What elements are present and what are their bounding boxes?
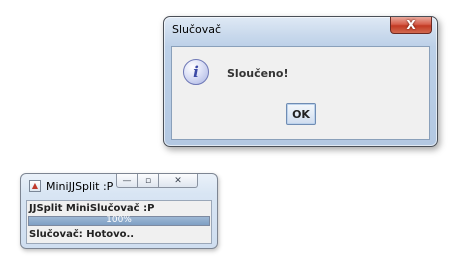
- app-label: JJSplit MiniSlučovač :P: [29, 203, 155, 214]
- minimize-icon: —: [122, 175, 132, 186]
- status-text: Slučovač: Hotovo..: [29, 229, 135, 240]
- dialog-window: Slučovač X i Sloučeno! OK: [163, 16, 438, 147]
- maximize-button[interactable]: ▫: [137, 174, 159, 188]
- dialog-message: Sloučeno!: [227, 67, 289, 80]
- info-icon: i: [183, 59, 209, 85]
- mini-close-button[interactable]: ✕: [158, 174, 198, 188]
- minimize-button[interactable]: —: [116, 174, 138, 188]
- close-icon: X: [406, 18, 416, 32]
- maximize-icon: ▫: [144, 175, 152, 186]
- dialog-close-button[interactable]: X: [390, 17, 432, 34]
- app-icon[interactable]: ▲: [29, 180, 41, 192]
- progress-text: 100%: [106, 215, 132, 225]
- ok-button[interactable]: OK: [286, 103, 316, 125]
- mini-window: ▲ MiniJJSplit :P — ▫ ✕ JJSplit MiniSlučo…: [20, 173, 218, 249]
- close-icon: ✕: [174, 175, 182, 186]
- dialog-title: Slučovač: [172, 23, 222, 36]
- mini-window-title: MiniJJSplit :P: [46, 180, 114, 193]
- dialog-body: i Sloučeno! OK: [171, 46, 430, 140]
- mini-window-body: JJSplit MiniSlučovač :P 100% Slučovač: H…: [26, 200, 212, 244]
- info-icon-glyph: i: [193, 63, 199, 81]
- progress-bar: 100%: [28, 215, 210, 226]
